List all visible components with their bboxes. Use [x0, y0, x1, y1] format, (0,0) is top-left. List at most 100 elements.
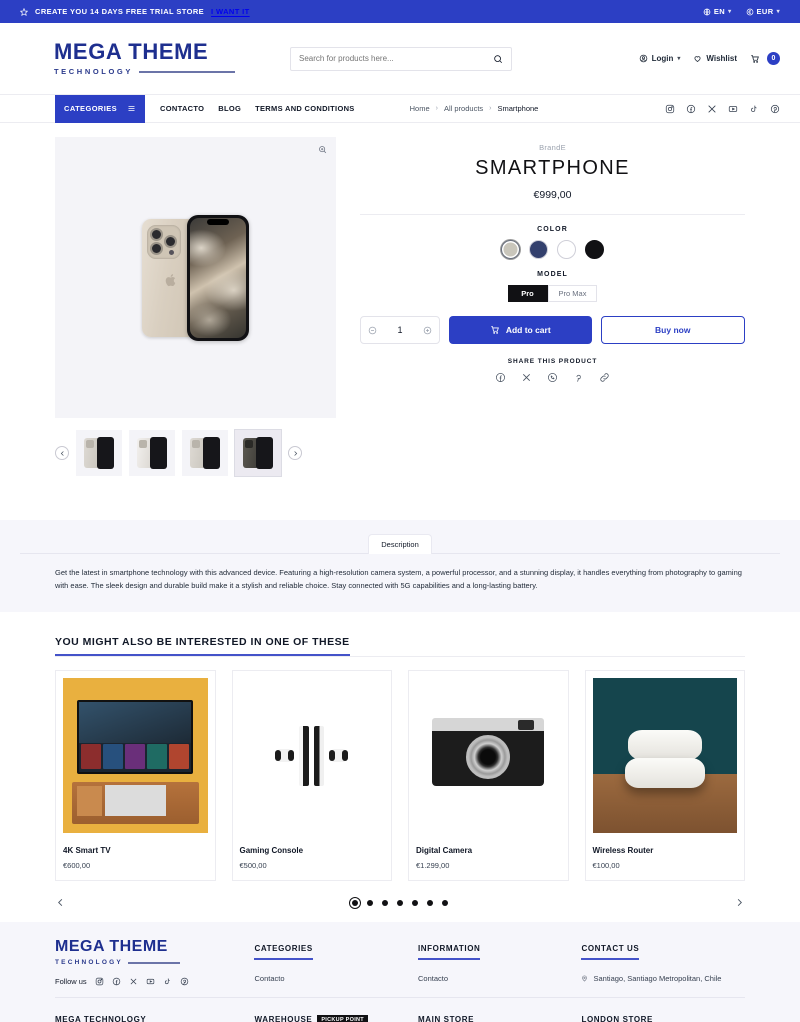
thumbnail-item[interactable] [182, 430, 228, 476]
facebook-icon[interactable] [686, 104, 696, 114]
tiktok-icon[interactable] [749, 104, 759, 114]
carousel-dot[interactable] [367, 899, 373, 906]
model-option-pro-max[interactable]: Pro Max [547, 285, 598, 302]
footer-brand-column: MEGA THEME TECHNOLOGY Follow us [55, 938, 254, 986]
cart-button[interactable]: 0 [750, 52, 780, 65]
thumbnail-prev-button[interactable] [55, 446, 69, 460]
login-label: Login [651, 54, 674, 63]
model-options: Pro Pro Max [360, 285, 745, 302]
color-swatch-black-titanium[interactable] [585, 240, 604, 259]
pinterest-icon[interactable] [770, 104, 780, 114]
breadcrumb-home[interactable]: Home [410, 104, 430, 113]
facebook-icon[interactable] [112, 977, 121, 986]
breadcrumb-all-products[interactable]: All products [444, 104, 483, 113]
product-page: CREATE YOU 14 DAYS FREE TRIAL STORE I WA… [0, 0, 800, 1022]
currency-selector[interactable]: EUR ▾ [746, 7, 780, 16]
login-button[interactable]: Login ▾ [639, 54, 681, 63]
footer-column-title: CATEGORIES [254, 944, 313, 961]
announcement-left: CREATE YOU 14 DAYS FREE TRIAL STORE I WA… [20, 7, 250, 16]
carousel-next-button[interactable] [734, 897, 745, 908]
search-bar[interactable] [290, 46, 512, 71]
chevron-down-icon: ▾ [677, 56, 681, 62]
pinterest-icon[interactable] [573, 372, 584, 383]
instagram-icon[interactable] [665, 104, 675, 114]
quantity-stepper[interactable]: 1 [360, 316, 440, 344]
chevron-down-icon: ▾ [728, 9, 732, 15]
product-main-image[interactable] [55, 137, 336, 418]
thumbnail-item[interactable] [76, 430, 122, 476]
x-icon[interactable] [521, 372, 532, 383]
footer-store-title: MAIN STORE [418, 1015, 474, 1022]
youtube-icon[interactable] [728, 104, 738, 114]
breadcrumb: Home › All products › Smartphone [410, 104, 539, 113]
heart-icon [693, 54, 702, 63]
wishlist-button[interactable]: Wishlist [693, 54, 737, 63]
carousel-dot[interactable] [412, 899, 418, 906]
product-card[interactable]: Gaming Console €500,00 [231, 670, 392, 882]
language-selector[interactable]: EN ▾ [703, 7, 732, 16]
color-swatch-blue-titanium[interactable] [529, 240, 548, 259]
nav-link-contacto[interactable]: CONTACTO [160, 104, 204, 113]
chevron-down-icon: ▾ [776, 9, 780, 15]
product-brand: BrandE [539, 143, 566, 152]
breadcrumb-separator: › [489, 105, 492, 112]
youtube-icon[interactable] [146, 977, 155, 986]
product-card[interactable]: 4K Smart TV €600,00 [55, 670, 216, 882]
product-gallery [20, 137, 340, 477]
buy-now-label: Buy now [655, 325, 691, 335]
thumbnail-next-button[interactable] [288, 446, 302, 460]
footer-store-london-store: LONDON STORE [581, 1009, 745, 1022]
nav-link-terms[interactable]: TERMS AND CONDITIONS [255, 104, 354, 113]
product-card[interactable]: Wireless Router €100,00 [584, 670, 745, 882]
footer-column-title: CONTACT US [581, 944, 640, 961]
footer-store-main-store: MAIN STORE [418, 1009, 582, 1022]
carousel-dot-active[interactable] [352, 899, 358, 906]
link-icon[interactable] [599, 372, 610, 383]
model-option-pro[interactable]: Pro [507, 285, 548, 302]
footer-column-item[interactable]: Contacto [254, 974, 418, 983]
site-header: MEGA THEME TECHNOLOGY Login [0, 23, 800, 95]
announcement-right: EN ▾ EUR ▾ [703, 7, 780, 16]
color-swatch-natural-titanium[interactable] [501, 240, 520, 259]
footer-store-mega-technology: MEGA TECHNOLOGY [55, 1009, 254, 1022]
thumbnail-item[interactable] [129, 430, 175, 476]
zoom-icon[interactable] [318, 145, 327, 154]
whatsapp-icon[interactable] [547, 372, 558, 383]
search-input[interactable] [299, 54, 493, 63]
pinterest-icon[interactable] [180, 977, 189, 986]
phone-screen [190, 217, 246, 338]
footer-column-item[interactable]: Contacto [418, 974, 582, 983]
search-icon[interactable] [493, 54, 503, 64]
product-card-body: Wireless Router €100,00 [586, 840, 745, 880]
add-to-cart-button[interactable]: Add to cart [449, 316, 592, 344]
description-tabs: Description [20, 534, 780, 554]
product-card-image [239, 678, 384, 834]
follow-us-label: Follow us [55, 977, 87, 987]
nav-link-blog[interactable]: BLOG [218, 104, 241, 113]
facebook-icon[interactable] [495, 372, 506, 383]
carousel-dot[interactable] [427, 899, 433, 906]
carousel-dot[interactable] [397, 899, 403, 906]
product-card-name: 4K Smart TV [63, 846, 111, 856]
x-icon[interactable] [129, 977, 138, 986]
announcement-cta[interactable]: I WANT IT [211, 7, 250, 16]
carousel-dot[interactable] [382, 899, 388, 906]
footer-store-title: MEGA TECHNOLOGY [55, 1015, 146, 1022]
instagram-icon[interactable] [95, 977, 104, 986]
x-icon[interactable] [707, 104, 717, 114]
product-card-body: Digital Camera €1.299,00 [409, 840, 568, 880]
tiktok-icon[interactable] [163, 977, 172, 986]
quantity-increase-button[interactable] [423, 326, 432, 335]
product-card-price: €100,00 [592, 861, 620, 871]
quantity-decrease-button[interactable] [368, 326, 377, 335]
footer-contact-column: CONTACT US Santiago, Santiago Metropolit… [581, 938, 745, 986]
buy-now-button[interactable]: Buy now [600, 316, 745, 344]
product-card[interactable]: Digital Camera €1.299,00 [408, 670, 569, 882]
color-swatch-white-titanium[interactable] [557, 240, 576, 259]
carousel-prev-button[interactable] [55, 897, 66, 908]
carousel-dot[interactable] [442, 899, 448, 906]
tab-description[interactable]: Description [368, 534, 432, 554]
thumbnail-item-active[interactable] [234, 429, 282, 477]
categories-button[interactable]: CATEGORIES [55, 94, 146, 123]
site-logo[interactable]: MEGA THEME TECHNOLOGY [20, 41, 235, 76]
